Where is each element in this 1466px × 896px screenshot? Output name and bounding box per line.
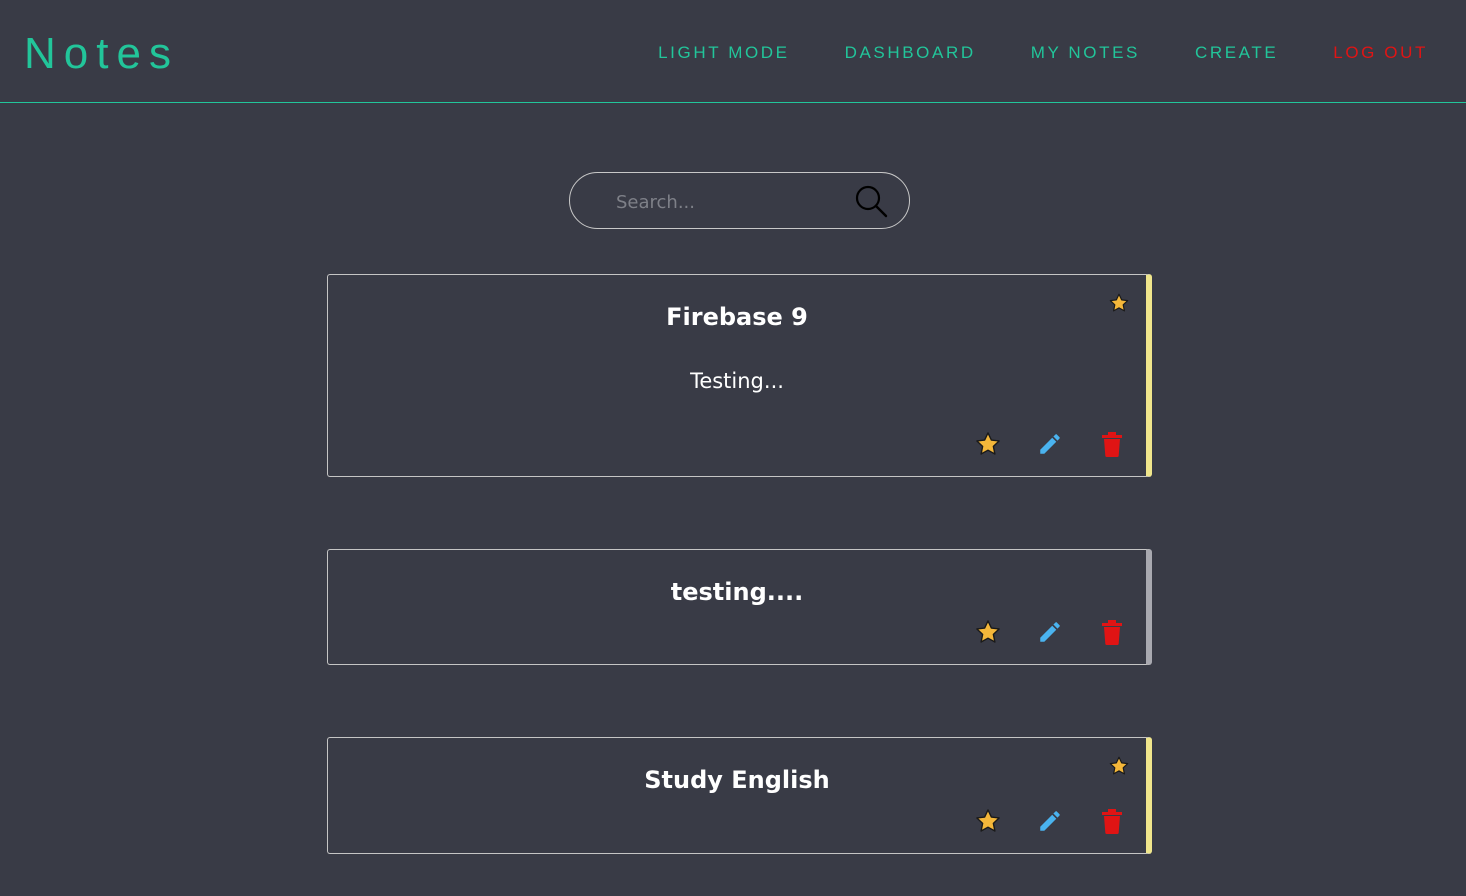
trash-icon: [1101, 431, 1122, 457]
pencil-icon: [1039, 621, 1060, 642]
note-card[interactable]: testing....: [327, 549, 1152, 665]
top-navbar: Notes LIGHT MODE DASHBOARD MY NOTES CREA…: [0, 0, 1466, 103]
nav-dashboard-link[interactable]: DASHBOARD: [845, 42, 976, 64]
trash-icon: [1101, 808, 1122, 834]
edit-button[interactable]: [1035, 806, 1064, 835]
favorite-button[interactable]: [973, 617, 1002, 646]
search-input[interactable]: [614, 187, 858, 217]
star-icon: [975, 431, 1000, 455]
nav-links: LIGHT MODE DASHBOARD MY NOTES CREATE LOG…: [658, 42, 1428, 64]
edit-button[interactable]: [1035, 429, 1064, 458]
note-title: Study English: [644, 766, 830, 794]
nav-log-out-link[interactable]: LOG OUT: [1333, 42, 1428, 64]
favorite-button[interactable]: [973, 429, 1002, 458]
app-brand[interactable]: Notes: [24, 28, 179, 80]
note-title: Firebase 9: [666, 303, 808, 331]
edit-button[interactable]: [1035, 617, 1064, 646]
nav-light-mode-toggle[interactable]: LIGHT MODE: [658, 42, 789, 64]
delete-button[interactable]: [1097, 429, 1126, 458]
nav-my-notes-link[interactable]: MY NOTES: [1031, 42, 1140, 64]
search-bar: [569, 172, 910, 229]
star-icon: [975, 619, 1000, 643]
delete-button[interactable]: [1097, 617, 1126, 646]
search-button[interactable]: [854, 184, 890, 220]
note-card[interactable]: Firebase 9 Testing...: [327, 274, 1152, 477]
delete-button[interactable]: [1097, 806, 1126, 835]
note-actions: [973, 429, 1126, 458]
pencil-icon: [1039, 433, 1060, 454]
magnifier-icon: [855, 185, 888, 218]
pencil-icon: [1039, 810, 1060, 831]
note-card[interactable]: Study English: [327, 737, 1152, 854]
note-title: testing....: [670, 578, 804, 606]
note-body: Testing...: [690, 369, 784, 393]
nav-create-link[interactable]: CREATE: [1195, 42, 1278, 64]
note-actions: [973, 617, 1126, 646]
star-icon: [975, 808, 1000, 832]
note-actions: [973, 806, 1126, 835]
trash-icon: [1101, 619, 1122, 645]
favorite-button[interactable]: [973, 806, 1002, 835]
